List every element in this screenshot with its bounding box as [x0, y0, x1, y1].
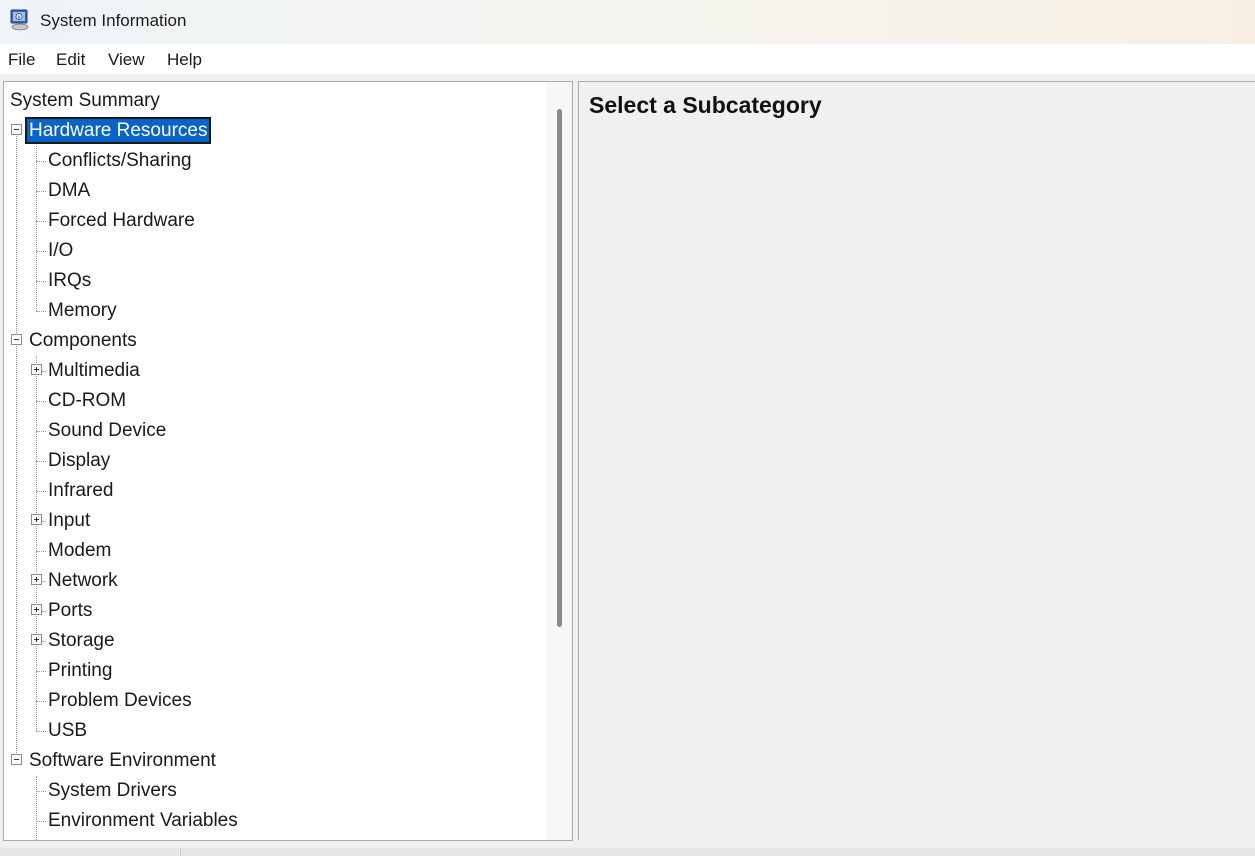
tree-item-software-environment[interactable]: Software Environment — [27, 746, 218, 776]
menu-bar: File Edit View Help — [0, 44, 1255, 74]
tree-connector — [36, 671, 46, 672]
tree-item-modem[interactable]: Modem — [46, 536, 113, 566]
tree-item-usb[interactable]: USB — [46, 716, 89, 746]
system-information-app-icon — [10, 9, 29, 31]
tree-item-label: USB — [48, 720, 88, 741]
menu-edit[interactable]: Edit — [56, 50, 85, 70]
tree-item-label: Infrared — [48, 480, 114, 501]
expand-toggle-icon[interactable] — [31, 364, 42, 375]
expand-toggle-icon[interactable] — [31, 514, 42, 525]
tree-item-storage[interactable]: Storage — [46, 626, 117, 656]
tree-item-dma[interactable]: DMA — [46, 176, 92, 206]
window-bottom-edge — [0, 848, 1255, 856]
tree-item-label: IRQs — [48, 270, 92, 291]
tree-item-display[interactable]: Display — [46, 446, 112, 476]
tree-item-components[interactable]: Components — [27, 326, 139, 356]
tree-connector — [36, 701, 46, 702]
tree-connector — [36, 401, 46, 402]
expand-toggle-icon[interactable] — [31, 604, 42, 615]
tree-item-label: CD-ROM — [48, 390, 127, 411]
tree-connector — [36, 461, 46, 462]
tree-item-environment-variables[interactable]: Environment Variables — [46, 806, 240, 836]
tree-item-label: Printing — [48, 660, 113, 681]
tree-connector — [36, 431, 46, 432]
tree-item-ports[interactable]: Ports — [46, 596, 94, 626]
tree-connector — [36, 551, 46, 552]
collapse-toggle-icon[interactable] — [11, 754, 22, 765]
tree-item-label: Conflicts/Sharing — [48, 150, 192, 171]
tree-connector — [36, 191, 46, 192]
tree-item-sound-device[interactable]: Sound Device — [46, 416, 168, 446]
tree-item-multimedia[interactable]: Multimedia — [46, 356, 142, 386]
tree-item-label: Display — [48, 450, 111, 471]
tree-item-label: Ports — [48, 600, 93, 621]
tree-item-infrared[interactable]: Infrared — [46, 476, 115, 506]
collapse-toggle-icon[interactable] — [11, 334, 22, 345]
system-information-window: System Information File Edit View Help S… — [0, 0, 1255, 848]
tree-item-input[interactable]: Input — [46, 506, 92, 536]
tree-connector — [36, 821, 46, 822]
expand-toggle-icon[interactable] — [31, 574, 42, 585]
tree-item-system-summary[interactable]: System Summary — [8, 86, 162, 116]
tree-connector — [36, 776, 37, 840]
expand-toggle-icon[interactable] — [31, 634, 42, 645]
tree-item-io[interactable]: I/O — [46, 236, 75, 266]
tree-item-label: Multimedia — [48, 360, 140, 381]
menu-file[interactable]: File — [8, 50, 35, 70]
tree-item-label: Environment Variables — [48, 810, 238, 831]
details-pane: Select a Subcategory — [578, 81, 1255, 840]
tree-item-cd-rom[interactable]: CD-ROM — [46, 386, 128, 416]
tree-connector — [36, 356, 37, 731]
tree-item-network[interactable]: Network — [46, 566, 120, 596]
tree-connector — [36, 791, 46, 792]
tree-item-printing[interactable]: Printing — [46, 656, 114, 686]
tree-connector — [36, 251, 46, 252]
tree-connector — [16, 136, 17, 761]
tree-item-label: Problem Devices — [48, 690, 192, 711]
tree-item-label: Hardware Resources — [24, 117, 212, 144]
tree-item-label: System Summary — [10, 90, 160, 111]
tree-item-forced-hardware[interactable]: Forced Hardware — [46, 206, 197, 236]
details-heading: Select a Subcategory — [589, 92, 822, 118]
tree-item-label: Sound Device — [48, 420, 167, 441]
tree-connector — [36, 146, 37, 311]
tree-connector — [36, 731, 46, 732]
tree-connector — [36, 311, 46, 312]
tree-connector — [36, 161, 46, 162]
tree-item-label: Network — [48, 570, 118, 591]
vertical-scrollbar[interactable] — [547, 82, 572, 840]
tree-item-memory[interactable]: Memory — [46, 296, 119, 326]
tree-item-irqs[interactable]: IRQs — [46, 266, 93, 296]
window-title: System Information — [40, 11, 187, 30]
tree-item-system-drivers[interactable]: System Drivers — [46, 776, 179, 806]
tree-item-label: DMA — [48, 180, 91, 201]
tree-item-hardware-resources[interactable]: Hardware Resources — [24, 116, 212, 146]
scrollbar-thumb[interactable] — [557, 109, 562, 627]
tree-connector — [36, 491, 46, 492]
tree-item-label: I/O — [48, 240, 74, 261]
divider — [180, 848, 181, 856]
collapse-toggle-icon[interactable] — [11, 124, 22, 135]
tree-item-label: System Drivers — [48, 780, 177, 801]
tree-item-label: Input — [48, 510, 91, 531]
tree-item-label: Storage — [48, 630, 115, 651]
menu-view[interactable]: View — [108, 50, 145, 70]
tree-connector — [36, 221, 46, 222]
tree-item-problem-devices[interactable]: Problem Devices — [46, 686, 194, 716]
tree-item-label: Components — [29, 330, 137, 351]
title-bar: System Information — [0, 0, 1255, 44]
category-tree[interactable]: System Summary Hardware Resources Confli… — [3, 81, 573, 841]
tree-item-label: Forced Hardware — [48, 210, 195, 231]
tree-connector — [36, 281, 46, 282]
tree-item-conflicts-sharing[interactable]: Conflicts/Sharing — [46, 146, 194, 176]
tree-item-label: Memory — [48, 300, 117, 321]
menu-help[interactable]: Help — [167, 50, 202, 70]
tree-item-label: Modem — [48, 540, 112, 561]
tree-item-label: Software Environment — [29, 750, 216, 771]
